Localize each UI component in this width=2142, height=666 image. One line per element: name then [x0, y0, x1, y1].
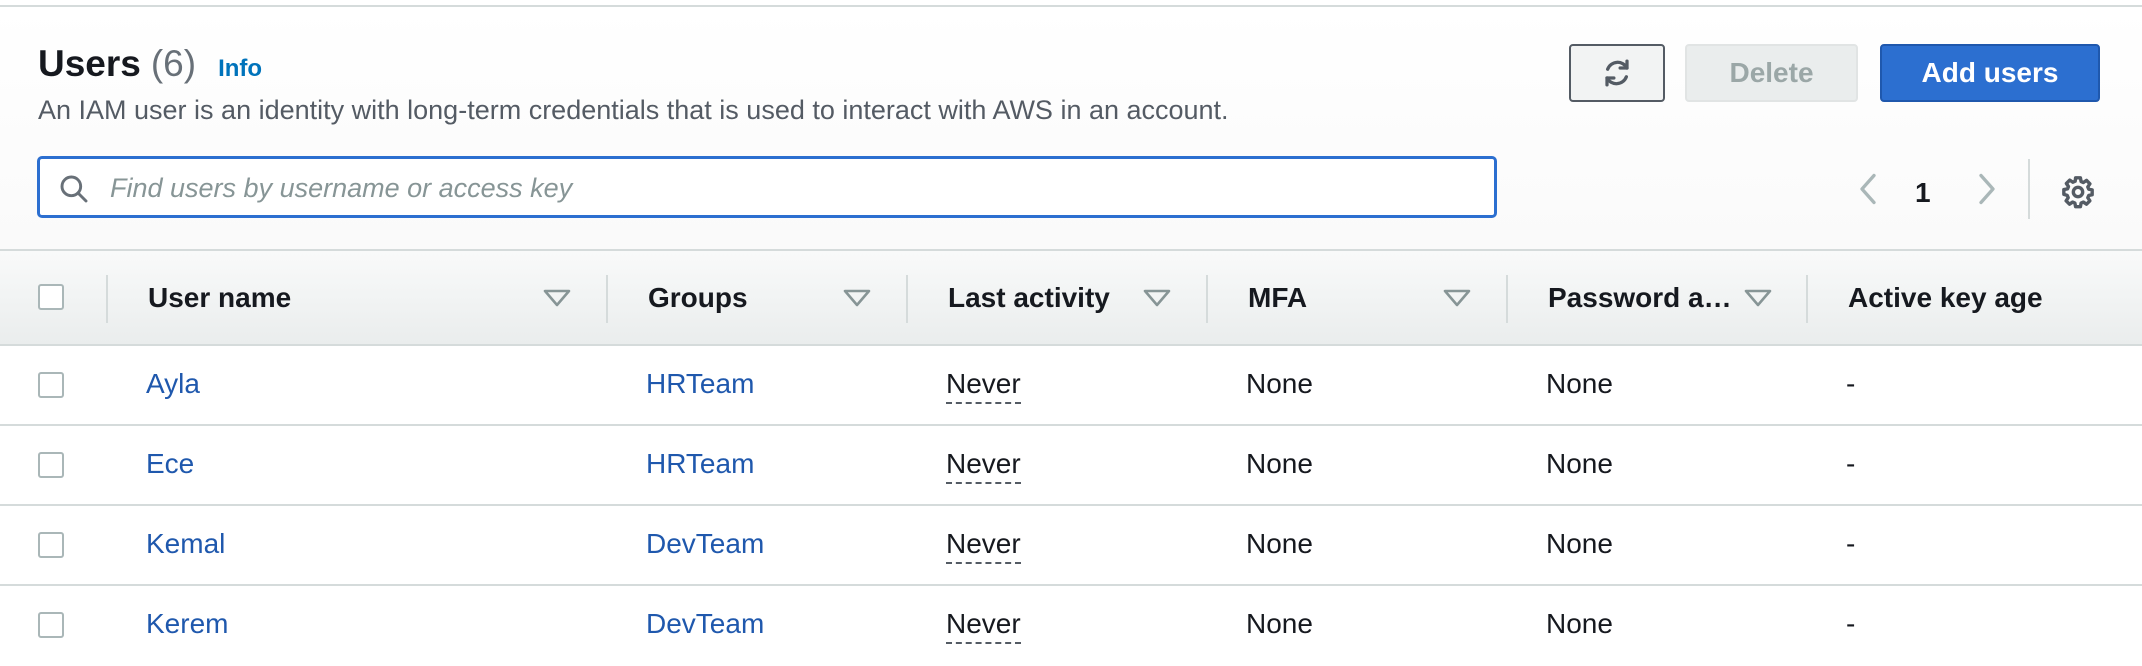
- pagination-divider: [2028, 159, 2030, 219]
- column-label: Last activity: [948, 281, 1110, 313]
- column-divider: [106, 275, 108, 323]
- page-title: Users: [38, 43, 141, 84]
- column-header-active-key-age[interactable]: Active key age: [1848, 251, 2043, 344]
- user-name-link[interactable]: Kerem: [146, 608, 228, 640]
- title-row: Users (6) Info: [38, 43, 262, 85]
- column-divider: [906, 275, 908, 323]
- column-label: Groups: [648, 281, 748, 313]
- mfa-value: None: [1246, 368, 1313, 399]
- column-header-last-activity[interactable]: Last activity: [948, 251, 1110, 344]
- last-activity-value[interactable]: Never: [946, 448, 1021, 484]
- row-checkbox[interactable]: [38, 452, 64, 478]
- table-row: Ece HRTeam Never None None -: [0, 426, 2142, 506]
- key-age-value: -: [1846, 608, 1856, 639]
- sort-icon[interactable]: [1143, 289, 1171, 307]
- column-divider: [1206, 275, 1208, 323]
- add-users-button[interactable]: Add users: [1880, 44, 2100, 102]
- column-label: User name: [148, 281, 292, 313]
- settings-gear-icon[interactable]: [2061, 175, 2095, 209]
- search-input[interactable]: [108, 167, 1482, 209]
- password-age-value: None: [1546, 608, 1613, 639]
- mfa-value: None: [1246, 528, 1313, 559]
- table-header: User name Groups Last activity MFA Passw…: [0, 249, 2142, 346]
- group-link[interactable]: DevTeam: [646, 528, 764, 560]
- search-field[interactable]: [38, 157, 1496, 217]
- key-age-value: -: [1846, 448, 1856, 479]
- column-header-groups[interactable]: Groups: [648, 251, 748, 344]
- column-divider: [606, 275, 608, 323]
- column-divider: [1806, 275, 1808, 323]
- page-description: An IAM user is an identity with long-ter…: [38, 95, 1229, 125]
- row-checkbox[interactable]: [38, 612, 64, 638]
- column-label: Active key age: [1848, 281, 2043, 313]
- user-name-link[interactable]: Kemal: [146, 528, 225, 560]
- group-link[interactable]: HRTeam: [646, 448, 754, 480]
- sort-icon[interactable]: [1443, 289, 1471, 307]
- search-icon: [60, 175, 88, 203]
- last-activity-value[interactable]: Never: [946, 608, 1021, 644]
- row-checkbox[interactable]: [38, 532, 64, 558]
- user-name-link[interactable]: Ayla: [146, 368, 200, 400]
- table-row: Kemal DevTeam Never None None -: [0, 506, 2142, 586]
- sort-icon[interactable]: [543, 289, 571, 307]
- password-age-value: None: [1546, 528, 1613, 559]
- users-panel: Users (6) Info An IAM user is an identit…: [0, 0, 2142, 664]
- last-activity-value[interactable]: Never: [946, 368, 1021, 404]
- password-age-value: None: [1546, 448, 1613, 479]
- column-label: MFA: [1248, 281, 1308, 313]
- next-page-icon[interactable]: [1971, 171, 2003, 207]
- select-all-checkbox[interactable]: [38, 284, 64, 310]
- delete-button[interactable]: Delete: [1685, 44, 1858, 102]
- user-name-link[interactable]: Ece: [146, 448, 194, 480]
- refresh-button[interactable]: [1569, 44, 1665, 102]
- column-label: Password a…: [1548, 281, 1732, 313]
- current-page-number[interactable]: 1: [1915, 177, 1931, 209]
- refresh-icon: [1605, 59, 1629, 87]
- mfa-value: None: [1246, 608, 1313, 639]
- key-age-value: -: [1846, 528, 1856, 559]
- table-row: Kerem DevTeam Never None None -: [0, 586, 2142, 666]
- user-count: (6): [150, 43, 197, 84]
- row-checkbox[interactable]: [38, 372, 64, 398]
- column-header-user-name[interactable]: User name: [148, 251, 291, 344]
- group-link[interactable]: DevTeam: [646, 608, 764, 640]
- table-row: Ayla HRTeam Never None None -: [0, 346, 2142, 426]
- previous-page-icon[interactable]: [1852, 171, 1884, 207]
- column-header-password-age[interactable]: Password a…: [1548, 251, 1732, 344]
- last-activity-value[interactable]: Never: [946, 528, 1021, 564]
- sort-icon[interactable]: [1744, 289, 1772, 307]
- mfa-value: None: [1246, 448, 1313, 479]
- sort-icon[interactable]: [843, 289, 871, 307]
- info-link[interactable]: Info: [218, 55, 262, 83]
- column-divider: [1506, 275, 1508, 323]
- column-header-mfa[interactable]: MFA: [1248, 251, 1307, 344]
- users-header: Users (6) Info An IAM user is an identit…: [0, 7, 2142, 249]
- group-link[interactable]: HRTeam: [646, 368, 754, 400]
- key-age-value: -: [1846, 368, 1856, 399]
- password-age-value: None: [1546, 368, 1613, 399]
